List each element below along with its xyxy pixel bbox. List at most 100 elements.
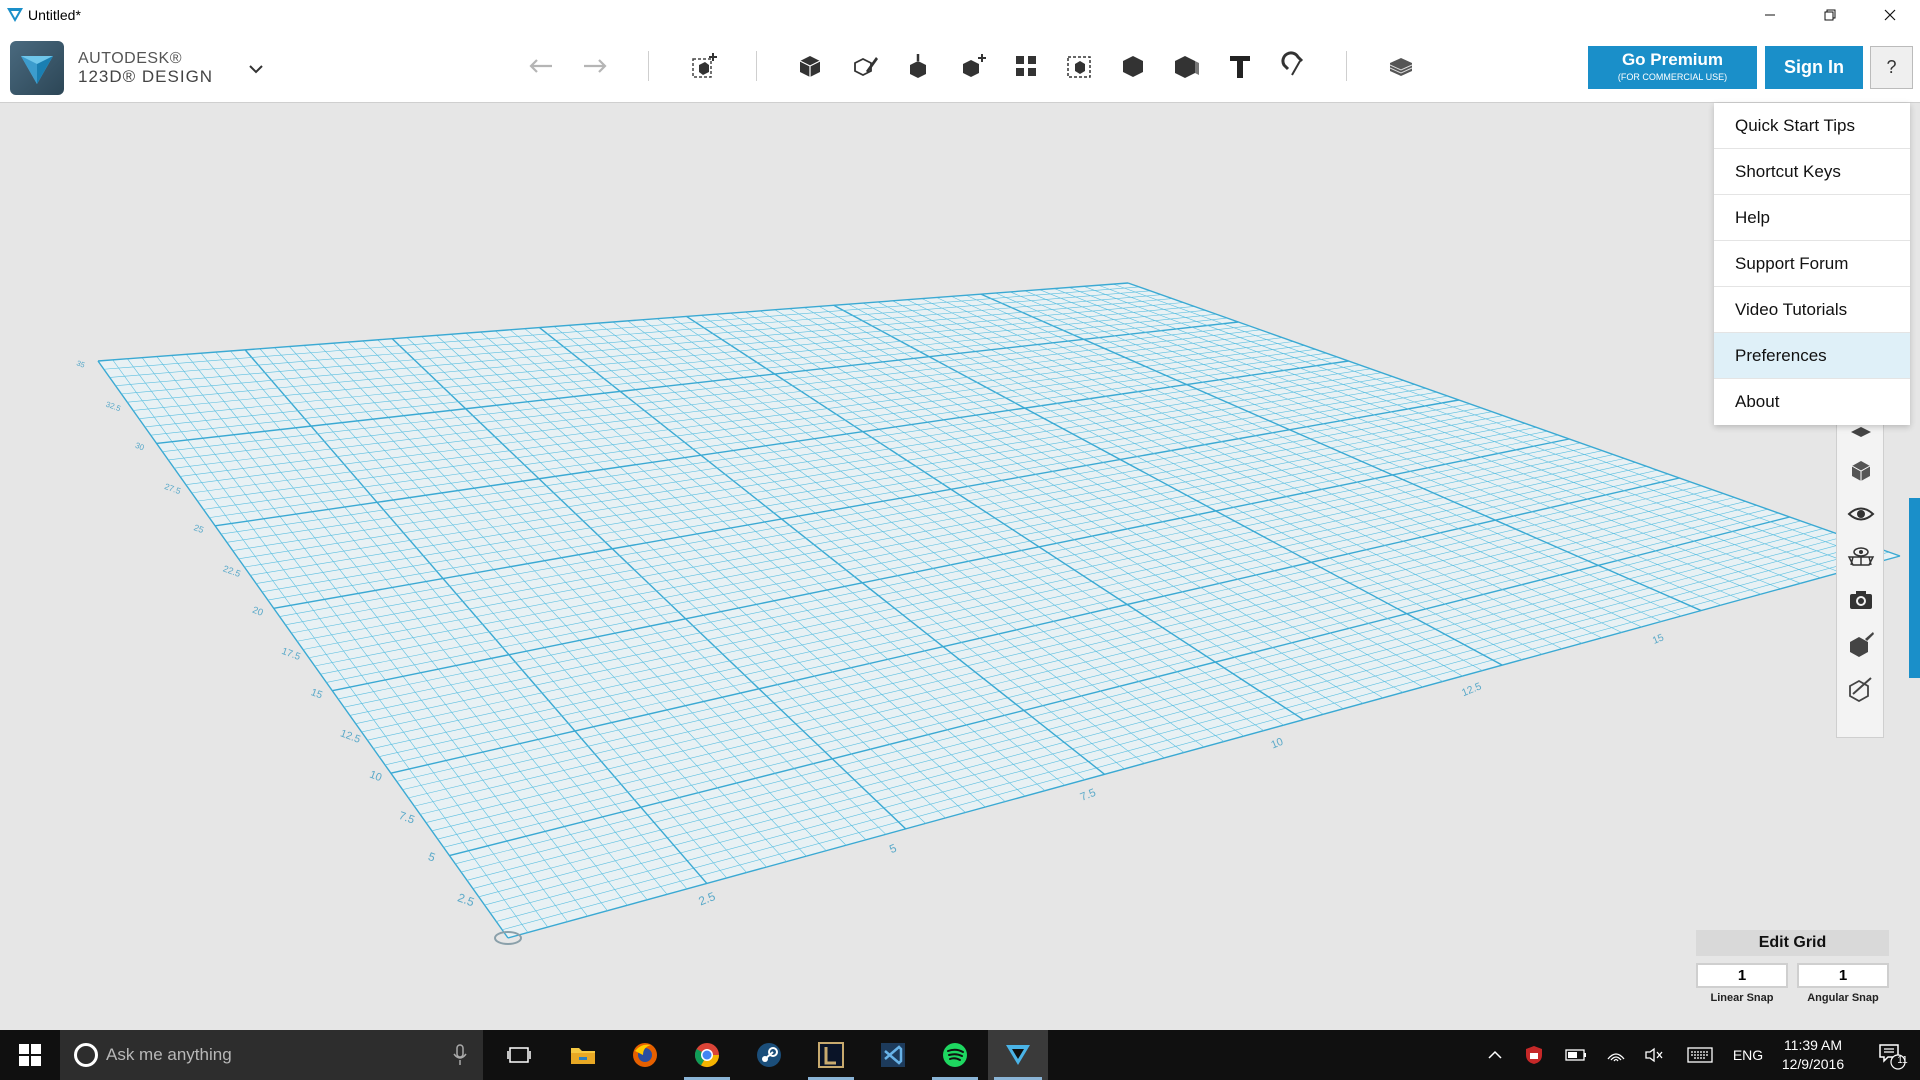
restore-button[interactable]	[1800, 0, 1860, 29]
sign-in-button[interactable]: Sign In	[1765, 46, 1863, 89]
help-menu-item-video-tutorials[interactable]: Video Tutorials	[1714, 287, 1910, 333]
visual-studio-icon[interactable]	[864, 1030, 922, 1080]
linear-snap-label: Linear Snap	[1710, 992, 1774, 1004]
angular-snap-label: Angular Snap	[1807, 992, 1879, 1004]
123d-design-taskbar-icon[interactable]	[988, 1030, 1048, 1080]
brand-product: 123D® DESIGN	[78, 67, 214, 86]
action-center-button[interactable]: 11	[1866, 1030, 1916, 1080]
snap-icon[interactable]	[1273, 47, 1313, 85]
transform-icon[interactable]	[684, 47, 724, 85]
minimize-icon	[1765, 14, 1775, 15]
language-indicator[interactable]: ENG	[1726, 1030, 1770, 1080]
grid-axis-label: 5	[888, 842, 899, 856]
grid-axis-label: 35	[75, 358, 86, 369]
3d-viewport[interactable]: 2.5 5 7.5 10 12.5 15 17.5 20 22.5 25 27.5 30 32.5 35 2…	[0, 103, 1920, 1030]
primitives-icon[interactable]	[790, 47, 830, 85]
help-button[interactable]: ?	[1870, 46, 1913, 89]
grid-plane	[98, 283, 1900, 938]
grid-axis-label: 10	[368, 769, 384, 784]
undo-icon[interactable]	[522, 47, 562, 85]
help-menu-item-help[interactable]: Help	[1714, 195, 1910, 241]
grid-view-icon[interactable]	[1844, 539, 1878, 573]
show-hidden-icons-chevron-icon[interactable]	[1480, 1030, 1510, 1080]
pattern-icon[interactable]	[1006, 47, 1046, 85]
app-brand[interactable]: AUTODESK® 123D® DESIGN	[10, 41, 213, 95]
text-icon[interactable]	[1220, 47, 1260, 85]
angular-snap-input[interactable]: 1	[1797, 963, 1889, 988]
minimize-button[interactable]	[1740, 0, 1800, 29]
go-premium-sublabel: (FOR COMMERCIAL USE)	[1617, 72, 1728, 82]
security-shield-icon[interactable]	[1518, 1030, 1550, 1080]
window-controls	[1740, 0, 1920, 29]
clock-date: 12/9/2016	[1781, 1056, 1845, 1072]
help-menu-item-shortcut-keys[interactable]: Shortcut Keys	[1714, 149, 1910, 195]
title-bar: Untitled*	[0, 0, 1920, 29]
nav-collapse-tab[interactable]	[1909, 498, 1920, 678]
grid-axis-label: 10	[1269, 736, 1285, 752]
eye-icon[interactable]	[1844, 497, 1878, 531]
firefox-icon[interactable]	[616, 1030, 674, 1080]
construct-icon[interactable]	[898, 47, 938, 85]
help-menu-item-preferences[interactable]: Preferences	[1714, 333, 1910, 379]
app-menu-chevron-icon[interactable]	[244, 59, 268, 79]
material-icon[interactable]	[1381, 47, 1421, 85]
wireframe-view-icon[interactable]	[1844, 671, 1878, 705]
grid-axis-label: 2.5	[456, 890, 477, 909]
go-premium-button[interactable]: Go Premium (FOR COMMERCIAL USE)	[1588, 46, 1757, 89]
solid-view-icon[interactable]	[1844, 627, 1878, 661]
grid-axis-label: 27.5	[163, 481, 182, 496]
navigation-bar	[1836, 412, 1884, 738]
help-menu: Quick Start Tips Shortcut Keys Help Support…	[1714, 103, 1910, 425]
notification-count: 11	[1897, 1055, 1908, 1066]
grid-axis-label: 15	[1651, 632, 1666, 647]
edit-grid-button[interactable]: Edit Grid	[1696, 930, 1889, 956]
steam-icon[interactable]	[740, 1030, 798, 1080]
grid-axis-label: 15	[309, 687, 324, 701]
windows-taskbar: Ask me anything ENG 11:39 AM 12/9/2016 1…	[0, 1030, 1920, 1080]
system-clock[interactable]: 11:39 AM 12/9/2016	[1770, 1036, 1856, 1074]
sketch-icon[interactable]	[845, 47, 885, 85]
grid-axis-label: 17.5	[280, 646, 302, 663]
combine-icon[interactable]	[1113, 47, 1153, 85]
grid-axis-label: 7.5	[1079, 787, 1098, 804]
battery-icon[interactable]	[1560, 1030, 1592, 1080]
grid-axis-label: 7.5	[397, 810, 416, 827]
app-logo-icon	[4, 4, 26, 26]
chrome-icon[interactable]	[678, 1030, 736, 1080]
modify-icon[interactable]	[953, 47, 993, 85]
grid-axis-label: 20	[251, 605, 265, 619]
close-button[interactable]	[1860, 0, 1920, 29]
grid-axis-label: 12.5	[1460, 681, 1483, 699]
grid-axis-label: 25	[192, 522, 205, 535]
spotify-icon[interactable]	[926, 1030, 984, 1080]
file-explorer-icon[interactable]	[554, 1030, 612, 1080]
volume-muted-icon[interactable]	[1638, 1030, 1670, 1080]
cortana-search-box[interactable]: Ask me anything	[60, 1030, 483, 1080]
orbit-icon[interactable]	[1844, 453, 1878, 487]
redo-icon[interactable]	[574, 47, 614, 85]
main-toolbar: AUTODESK® 123D® DESIGN Go Premium (FOR C…	[0, 29, 1920, 103]
grouping-icon[interactable]	[1060, 47, 1100, 85]
help-menu-item-about[interactable]: About	[1714, 379, 1910, 425]
window-title: Untitled*	[28, 6, 81, 23]
edit-grid-panel: Edit Grid 1 1 Linear Snap Angular Snap	[1696, 930, 1889, 1012]
close-icon	[1884, 9, 1896, 20]
grid-axis-label: 32.5	[105, 400, 123, 414]
grid-axis-label: 22.5	[222, 564, 242, 580]
keyboard-icon[interactable]	[1682, 1030, 1718, 1080]
toolbar-separator	[648, 51, 649, 81]
restore-icon	[1824, 9, 1836, 20]
grid-axis-label: 2.5	[697, 889, 718, 908]
linear-snap-input[interactable]: 1	[1696, 963, 1788, 988]
camera-icon[interactable]	[1844, 583, 1878, 617]
help-menu-item-support-forum[interactable]: Support Forum	[1714, 241, 1910, 287]
league-icon[interactable]	[802, 1030, 860, 1080]
start-button[interactable]	[0, 1030, 60, 1080]
grid-axis-label: 12.5	[339, 727, 363, 745]
wifi-icon[interactable]	[1600, 1030, 1632, 1080]
microphone-icon[interactable]	[453, 1044, 467, 1071]
task-view-icon[interactable]	[490, 1030, 548, 1080]
measure-icon[interactable]	[1166, 47, 1206, 85]
help-menu-item-quick-start-tips[interactable]: Quick Start Tips	[1714, 103, 1910, 149]
123d-logo-icon	[10, 41, 64, 95]
